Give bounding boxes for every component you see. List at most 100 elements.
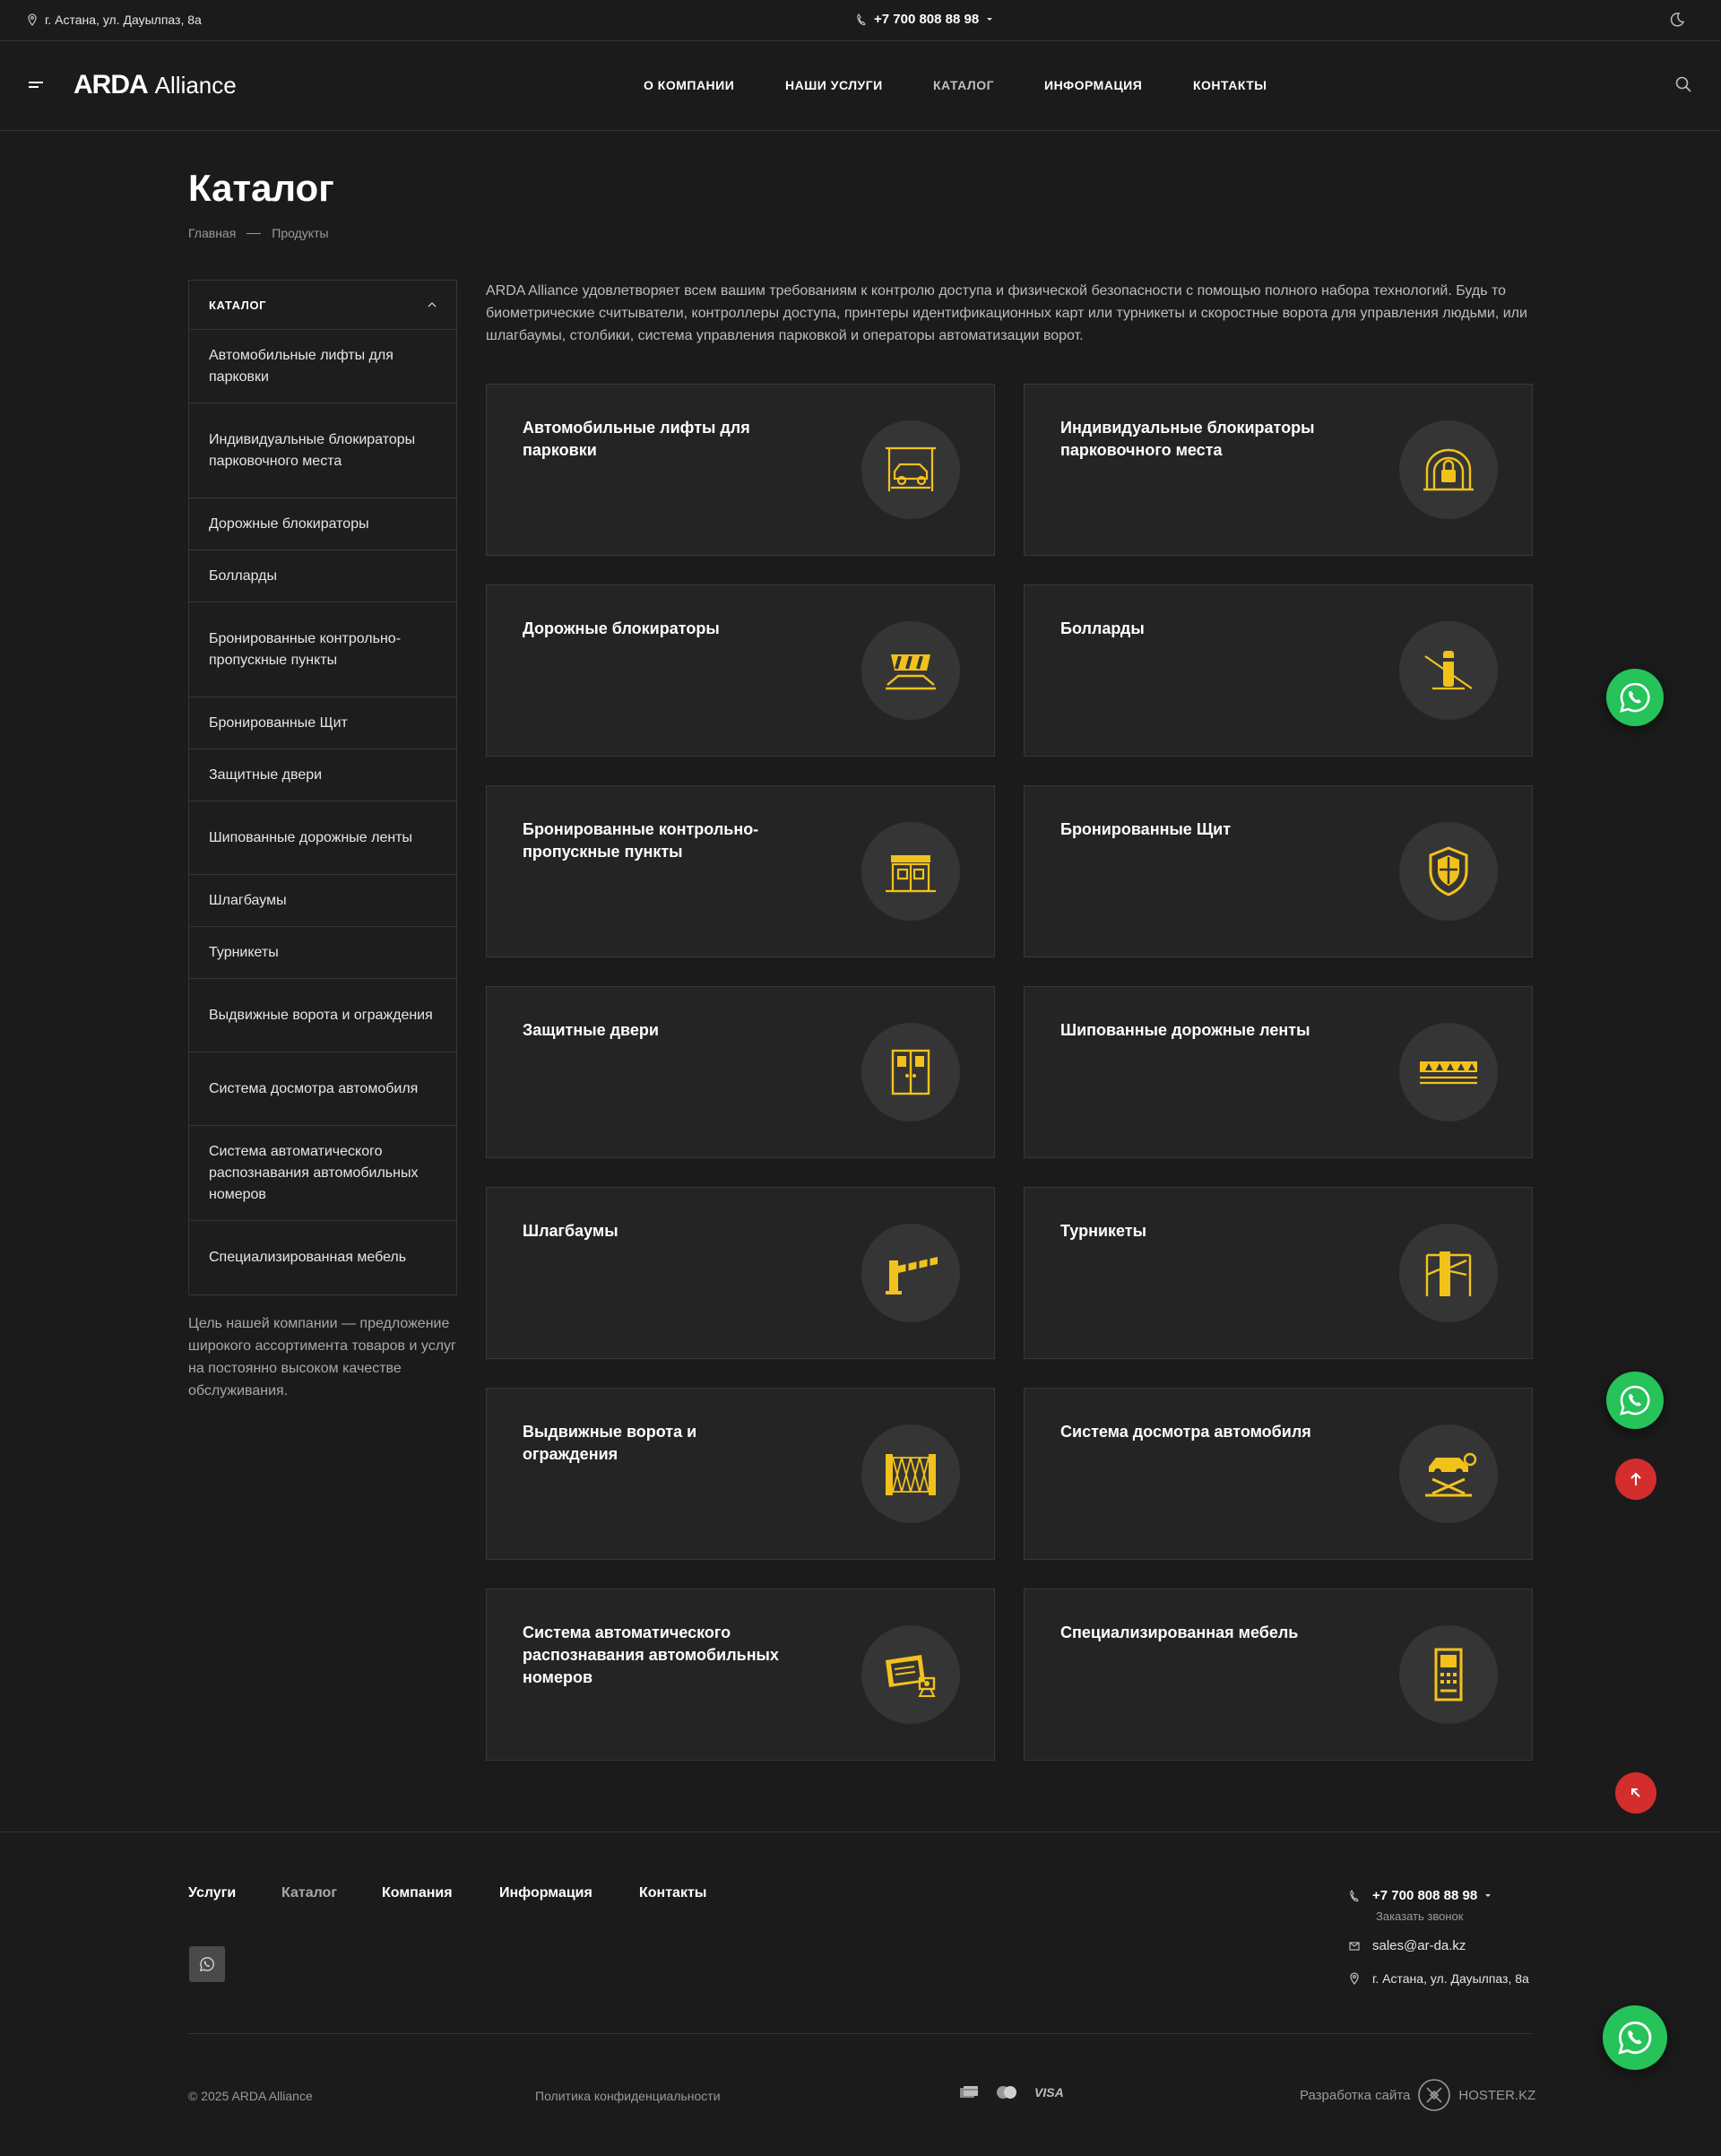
footer-nav-information[interactable]: Информация	[499, 1885, 592, 1901]
card-turnstiles[interactable]: Турникеты	[1024, 1187, 1533, 1359]
breadcrumb-home[interactable]: Главная	[188, 226, 236, 240]
site-logo[interactable]: ARDA Alliance	[74, 70, 237, 100]
scroll-top-button[interactable]	[1615, 1772, 1656, 1814]
card-title: Система автоматического распознавания ав…	[523, 1623, 779, 1686]
nav-contacts[interactable]: КОНТАКТЫ	[1193, 78, 1267, 92]
card-sliding-gates[interactable]: Выдвижные ворота и ограждения	[486, 1388, 995, 1560]
card-road-blockers[interactable]: Дорожные блокираторы	[486, 584, 995, 757]
breadcrumb-separator	[246, 232, 262, 234]
footer-whatsapp-link[interactable]	[189, 1946, 225, 1982]
chevron-down-icon[interactable]	[1484, 1893, 1492, 1899]
barrier-gate-icon	[880, 1248, 941, 1298]
top-bar: г. Астана, ул. Дауылпаз, 8а +7 700 808 8…	[0, 0, 1721, 41]
card-checkpoints[interactable]: Бронированные контрольно-пропускные пунк…	[486, 785, 995, 957]
nav-information[interactable]: ИНФОРМАЦИЯ	[1044, 78, 1142, 92]
spike-strip-icon	[1416, 1054, 1481, 1090]
whatsapp-float-button[interactable]	[1606, 669, 1664, 726]
callback-link[interactable]: Заказать звонок	[1376, 1909, 1463, 1923]
footer-phone-number: +7 700 808 88 98	[1372, 1888, 1478, 1903]
chevron-up-icon[interactable]	[428, 302, 437, 307]
footer-nav-company[interactable]: Компания	[382, 1885, 453, 1901]
card-icon-circle	[1399, 1023, 1498, 1121]
whatsapp-icon	[1618, 1383, 1652, 1417]
sidebar-heading[interactable]: КАТАЛОГ	[189, 281, 456, 330]
card-plate-recognition[interactable]: Система автоматического распознавания ав…	[486, 1589, 995, 1761]
card-title: Система досмотра автомобиля	[1060, 1423, 1311, 1441]
sidebar-item-doors[interactable]: Защитные двери	[189, 749, 456, 801]
search-icon[interactable]	[1674, 75, 1692, 93]
copyright: © 2025 ARDA Alliance	[188, 2089, 313, 2103]
sidebar-item-spike-strips[interactable]: Шипованные дорожные ленты	[189, 801, 456, 875]
card-title: Шлагбаумы	[523, 1222, 618, 1240]
sidebar-item-road-blockers[interactable]: Дорожные блокираторы	[189, 498, 456, 550]
footer-nav-contacts[interactable]: Контакты	[639, 1885, 706, 1901]
footer-email[interactable]: sales@ar-da.kz	[1349, 1938, 1466, 1953]
card-title: Болларды	[1060, 619, 1145, 637]
card-icon-circle	[861, 1424, 960, 1523]
sidebar-heading-label: КАТАЛОГ	[209, 298, 267, 312]
footer-phone[interactable]: +7 700 808 88 98	[1349, 1888, 1492, 1903]
footer-address[interactable]: г. Астана, ул. Дауылпаз, 8а	[1349, 1971, 1529, 1986]
scroll-up-button[interactable]	[1615, 1459, 1656, 1500]
arrow-up-icon	[1629, 1471, 1643, 1487]
footer-address-text: г. Астана, ул. Дауылпаз, 8а	[1372, 1971, 1529, 1986]
catalog-intro: ARDA Alliance удовлетворяет всем вашим т…	[486, 283, 1527, 343]
chevron-down-icon[interactable]	[986, 17, 993, 22]
card-special-furniture[interactable]: Специализированная мебель	[1024, 1589, 1533, 1761]
catalog-sidebar: КАТАЛОГ Автомобильные лифты для парковки…	[188, 280, 457, 1295]
security-door-icon	[882, 1047, 939, 1097]
sidebar-item-turnstiles[interactable]: Турникеты	[189, 927, 456, 979]
sidebar-item-barriers[interactable]: Шлагбаумы	[189, 875, 456, 927]
card-vehicle-inspection[interactable]: Система досмотра автомобиля	[1024, 1388, 1533, 1560]
footer-nav-services[interactable]: Услуги	[188, 1885, 236, 1901]
sidebar-item-shield[interactable]: Бронированные Щит	[189, 697, 456, 749]
nav-services[interactable]: НАШИ УСЛУГИ	[785, 78, 883, 92]
card-barriers[interactable]: Шлагбаумы	[486, 1187, 995, 1359]
card-icon-circle	[861, 420, 960, 519]
location-pin-icon	[27, 13, 38, 26]
nav-about[interactable]: О КОМПАНИИ	[644, 78, 734, 92]
card-title: Защитные двери	[523, 1021, 659, 1039]
card-shield[interactable]: Бронированные Щит	[1024, 785, 1533, 957]
sidebar-item-inspection[interactable]: Система досмотра автомобиля	[189, 1052, 456, 1126]
card-icon-circle	[1399, 1424, 1498, 1523]
sidebar-item-checkpoints[interactable]: Бронированные контрольно-пропускные пунк…	[189, 602, 456, 697]
sidebar-item-sliding-gates[interactable]: Выдвижные ворота и ограждения	[189, 979, 456, 1052]
top-address-text: г. Астана, ул. Дауылпаз, 8а	[45, 13, 202, 27]
main-header: ARDA Alliance О КОМПАНИИ НАШИ УСЛУГИ КАТ…	[0, 41, 1721, 131]
card-spike-strips[interactable]: Шипованные дорожные ленты	[1024, 986, 1533, 1158]
nav-catalog[interactable]: КАТАЛОГ	[933, 78, 994, 92]
card-icon-circle	[861, 822, 960, 921]
developer-credit[interactable]: Разработка сайта HOSTER.KZ	[1300, 2078, 1535, 2112]
whatsapp-icon	[199, 1956, 215, 1972]
card-title: Дорожные блокираторы	[523, 619, 720, 637]
whatsapp-float-button-2[interactable]	[1606, 1372, 1664, 1429]
footer-bottom-divider	[188, 2033, 1533, 2034]
sidebar-item-bollards[interactable]: Болларды	[189, 550, 456, 602]
card-icon-circle	[861, 1625, 960, 1724]
card-payment-icon	[959, 2085, 979, 2100]
logo-main: ARDA	[74, 70, 149, 100]
card-icon-circle	[861, 1023, 960, 1121]
sidebar-item-parking-locks[interactable]: Индивидуальные блокираторы парковочного …	[189, 403, 456, 498]
sidebar-item-car-lifts[interactable]: Автомобильные лифты для парковки	[189, 330, 456, 403]
card-parking-locks[interactable]: Индивидуальные блокираторы парковочного …	[1024, 384, 1533, 556]
footer-divider	[0, 1831, 1721, 1832]
card-doors[interactable]: Защитные двери	[486, 986, 995, 1158]
footer-nav-catalog[interactable]: Каталог	[281, 1885, 337, 1901]
sidebar-item-plate-recognition[interactable]: Система автоматического распознавания ав…	[189, 1126, 456, 1221]
card-car-lifts[interactable]: Автомобильные лифты для парковки	[486, 384, 995, 556]
mastercard-icon	[995, 2085, 1018, 2100]
menu-burger-icon[interactable]	[29, 81, 45, 91]
card-title: Турникеты	[1060, 1222, 1146, 1240]
privacy-policy-link[interactable]: Политика конфиденциальности	[535, 2089, 721, 2103]
whatsapp-chat-widget[interactable]	[1603, 2005, 1667, 2070]
theme-toggle-moon-icon[interactable]	[1667, 11, 1685, 29]
sidebar-item-furniture[interactable]: Специализированная мебель	[189, 1221, 456, 1294]
card-bollards[interactable]: Болларды	[1024, 584, 1533, 757]
top-address[interactable]: г. Астана, ул. Дауылпаз, 8а	[27, 13, 202, 27]
card-title: Автомобильные лифты для парковки	[523, 419, 750, 459]
top-phone[interactable]: +7 700 808 88 98	[856, 12, 993, 27]
whatsapp-icon	[1618, 680, 1652, 714]
card-title: Бронированные Щит	[1060, 820, 1232, 838]
